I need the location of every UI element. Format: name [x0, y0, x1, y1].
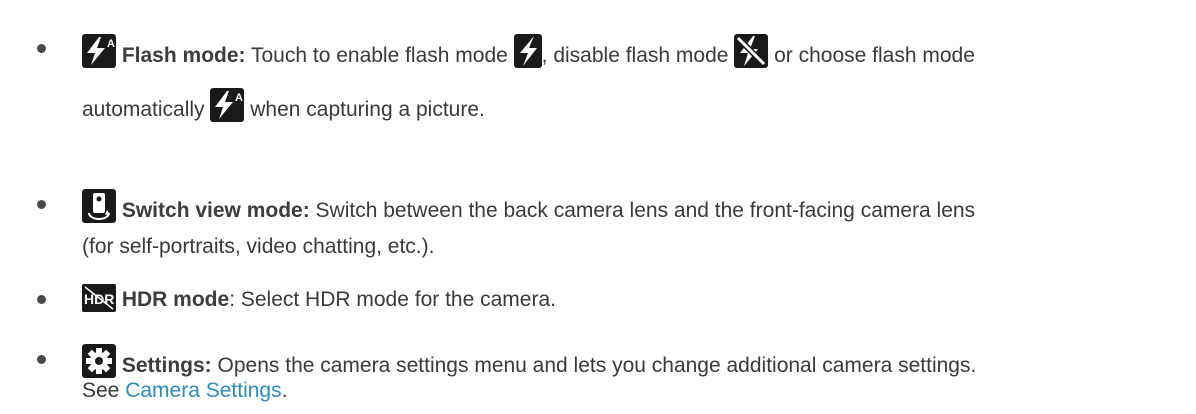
flash-mode-term: Flash mode:	[121, 44, 246, 67]
flash-auto-icon: A	[210, 88, 245, 122]
flash-auto-icon: A	[82, 34, 116, 68]
settings-text-3: .	[281, 379, 288, 402]
bullet	[37, 295, 46, 304]
flash-mode-line-2: automatically A when capturing a picture…	[82, 88, 485, 122]
camera-settings-link[interactable]: Camera Settings	[125, 379, 281, 402]
flash-mode-text-d: automatically	[82, 98, 211, 121]
hdr-text: : Select HDR mode for the camera.	[229, 288, 556, 311]
bullet	[37, 200, 46, 209]
gear-icon	[82, 344, 116, 378]
switch-view-text-1: Switch between the back camera lens and …	[309, 199, 976, 222]
hdr-line-1: HDR HDR mode: Select HDR mode for the ca…	[82, 284, 556, 312]
flash-off-icon	[734, 34, 769, 68]
flash-mode-line-1: A Flash mode: Touch to enable flash mode…	[82, 34, 975, 68]
flash-mode-text-c: or choose flash mode	[768, 44, 975, 67]
settings-line-2: See Camera Settings.	[82, 379, 287, 403]
bullet	[37, 44, 46, 53]
svg-text:A: A	[235, 92, 243, 104]
flash-mode-text-a: Touch to enable flash mode	[245, 44, 514, 67]
switch-view-term: Switch view mode:	[121, 199, 310, 222]
svg-text:A: A	[107, 38, 115, 50]
flash-mode-text-e: when capturing a picture.	[244, 98, 485, 121]
flash-mode-text-b: , disable flash mode	[541, 44, 735, 67]
settings-text-2: See	[82, 379, 126, 402]
settings-text-1: Opens the camera settings menu and lets …	[211, 354, 977, 377]
hdr-icon: HDR	[82, 284, 116, 312]
settings-term: Settings:	[121, 354, 212, 377]
switch-view-line-2: (for self-portraits, video chatting, etc…	[82, 235, 434, 259]
help-page: A Flash mode: Touch to enable flash mode…	[0, 0, 1196, 414]
switch-view-text-2: (for self-portraits, video chatting, etc…	[82, 235, 435, 258]
hdr-term: HDR mode	[121, 288, 230, 311]
switch-view-line-1: Switch view mode: Switch between the bac…	[82, 189, 975, 223]
switch-camera-icon	[82, 189, 116, 223]
flash-on-icon	[513, 34, 542, 68]
bullet	[37, 355, 46, 364]
settings-line-1: Settings: Opens the camera settings menu…	[82, 344, 976, 378]
